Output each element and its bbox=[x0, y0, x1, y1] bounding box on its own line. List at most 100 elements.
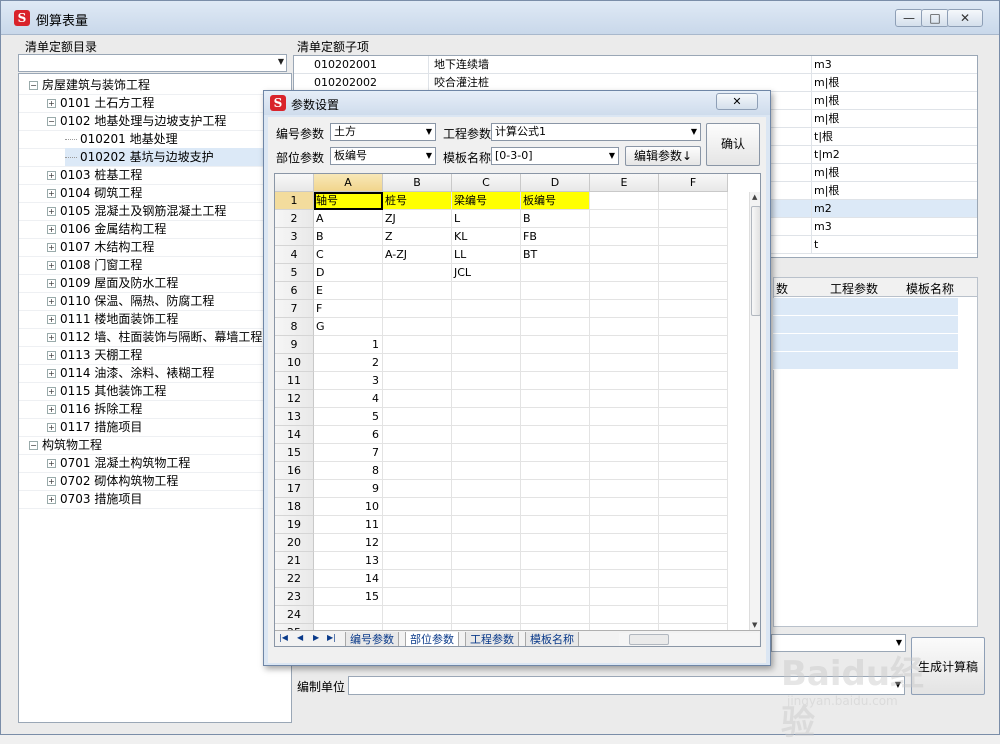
sheet-cell[interactable]: 12 bbox=[314, 534, 383, 552]
sheet-cell[interactable] bbox=[452, 480, 521, 498]
sheet-cell[interactable] bbox=[521, 282, 590, 300]
sheet-cell[interactable] bbox=[659, 336, 728, 354]
sheet-cell[interactable] bbox=[383, 606, 452, 624]
sheet-cell[interactable] bbox=[521, 426, 590, 444]
confirm-button[interactable]: 确认 bbox=[706, 123, 760, 166]
row-header[interactable]: 9 bbox=[275, 336, 314, 354]
sheet-cell[interactable]: 1 bbox=[314, 336, 383, 354]
expand-icon[interactable]: + bbox=[47, 387, 56, 396]
sheet-cell[interactable]: D bbox=[314, 264, 383, 282]
sheet-cell[interactable] bbox=[659, 246, 728, 264]
sheet-cell[interactable]: 11 bbox=[314, 516, 383, 534]
scroll-down-icon[interactable]: ▼ bbox=[752, 621, 757, 629]
sheet-cell[interactable] bbox=[383, 444, 452, 462]
sheet-cell[interactable]: 5 bbox=[314, 408, 383, 426]
sheet-tab[interactable]: 模板名称 bbox=[525, 632, 579, 646]
row-header[interactable]: 22 bbox=[275, 570, 314, 588]
sheet-cell[interactable]: 15 bbox=[314, 588, 383, 606]
sheet-cell[interactable] bbox=[383, 498, 452, 516]
sheet-cell[interactable]: KL bbox=[452, 228, 521, 246]
project-param-select[interactable]: 计算公式1 ▼ bbox=[491, 123, 701, 141]
sheet-cell[interactable] bbox=[383, 408, 452, 426]
column-header[interactable]: B bbox=[383, 174, 452, 192]
next-sheet-icon[interactable]: ▶ bbox=[313, 633, 319, 642]
sheet-cell[interactable]: 轴号 bbox=[314, 192, 383, 210]
sheet-cell[interactable] bbox=[452, 570, 521, 588]
sheet-cell[interactable]: FB bbox=[521, 228, 590, 246]
expand-icon[interactable]: + bbox=[47, 261, 56, 270]
sheet-cell[interactable]: 14 bbox=[314, 570, 383, 588]
sheet-cell[interactable] bbox=[590, 588, 659, 606]
sheet-cell[interactable] bbox=[521, 390, 590, 408]
sheet-tab[interactable]: 工程参数 bbox=[465, 632, 519, 646]
collapse-icon[interactable]: − bbox=[47, 117, 56, 126]
row-header[interactable]: 12 bbox=[275, 390, 314, 408]
sheet-cell[interactable] bbox=[383, 534, 452, 552]
sheet-cell[interactable] bbox=[590, 408, 659, 426]
expand-icon[interactable]: + bbox=[47, 297, 56, 306]
dialog-close-button[interactable]: ✕ bbox=[716, 93, 758, 110]
part-param-select[interactable]: 板编号 ▼ bbox=[330, 147, 436, 165]
sheet-cell[interactable] bbox=[452, 426, 521, 444]
sheet-cell[interactable] bbox=[659, 426, 728, 444]
catalog-tree[interactable]: − 房屋建筑与装饰工程 +0101 土石方工程 −0102 地基处理与边坡支护工程 01… bbox=[18, 73, 292, 723]
sheet-cell[interactable] bbox=[659, 318, 728, 336]
sheet-cell[interactable] bbox=[590, 462, 659, 480]
expand-icon[interactable]: + bbox=[47, 351, 56, 360]
row-header[interactable]: 2 bbox=[275, 210, 314, 228]
sheet-cell[interactable] bbox=[521, 264, 590, 282]
sheet-cell[interactable]: BT bbox=[521, 246, 590, 264]
tree-node[interactable]: +0111 楼地面装饰工程 bbox=[47, 310, 178, 328]
sheet-cell[interactable] bbox=[521, 372, 590, 390]
sheet-cell[interactable] bbox=[590, 246, 659, 264]
sheet-cell[interactable]: 7 bbox=[314, 444, 383, 462]
sheet-cell[interactable] bbox=[521, 552, 590, 570]
param-grid-row[interactable] bbox=[773, 298, 958, 316]
expand-icon[interactable]: + bbox=[47, 333, 56, 342]
sheet-cell[interactable] bbox=[521, 444, 590, 462]
sheet-cell[interactable]: 桩号 bbox=[383, 192, 452, 210]
expand-icon[interactable]: + bbox=[47, 423, 56, 432]
sheet-cell[interactable] bbox=[659, 570, 728, 588]
row-header[interactable]: 19 bbox=[275, 516, 314, 534]
sheet-cell[interactable] bbox=[383, 462, 452, 480]
sheet-cell[interactable] bbox=[521, 318, 590, 336]
sheet-cell[interactable] bbox=[590, 318, 659, 336]
expand-icon[interactable]: + bbox=[47, 405, 56, 414]
sheet-cell[interactable] bbox=[452, 534, 521, 552]
sheet-cell[interactable] bbox=[590, 516, 659, 534]
sheet-cell[interactable] bbox=[590, 390, 659, 408]
tree-node[interactable]: +0112 墙、柱面装饰与隔断、幕墙工程 bbox=[47, 328, 262, 346]
expand-icon[interactable]: + bbox=[47, 171, 56, 180]
sheet-cell[interactable] bbox=[452, 336, 521, 354]
scroll-thumb[interactable] bbox=[751, 206, 760, 316]
row-header[interactable]: 3 bbox=[275, 228, 314, 246]
sheet-cell[interactable] bbox=[521, 570, 590, 588]
tree-node[interactable]: +0701 混凝土构筑物工程 bbox=[47, 454, 190, 472]
row-header[interactable]: 11 bbox=[275, 372, 314, 390]
sheet-cell[interactable] bbox=[659, 264, 728, 282]
sheet-cell[interactable] bbox=[659, 462, 728, 480]
expand-icon[interactable]: + bbox=[47, 225, 56, 234]
sheet-cell[interactable] bbox=[521, 300, 590, 318]
tree-node[interactable]: −0102 地基处理与边坡支护工程 bbox=[47, 112, 226, 130]
sheet-cell[interactable]: A-ZJ bbox=[383, 246, 452, 264]
sheet-cell[interactable] bbox=[590, 570, 659, 588]
sheet-cell[interactable]: 2 bbox=[314, 354, 383, 372]
sheet-tab[interactable]: 部位参数 bbox=[405, 632, 459, 646]
sheet-cell[interactable]: 6 bbox=[314, 426, 383, 444]
row-header[interactable]: 1 bbox=[275, 192, 314, 210]
sheet-cell[interactable] bbox=[452, 354, 521, 372]
row-header[interactable]: 7 bbox=[275, 300, 314, 318]
row-header[interactable]: 23 bbox=[275, 588, 314, 606]
row-header[interactable]: 18 bbox=[275, 498, 314, 516]
expand-icon[interactable]: + bbox=[47, 279, 56, 288]
sheet-cell[interactable] bbox=[383, 264, 452, 282]
sheet-cell[interactable]: E bbox=[314, 282, 383, 300]
sheet-cell[interactable] bbox=[383, 282, 452, 300]
sheet-cell[interactable] bbox=[383, 336, 452, 354]
expand-icon[interactable]: + bbox=[47, 189, 56, 198]
row-header[interactable]: 8 bbox=[275, 318, 314, 336]
tree-node[interactable]: +0115 其他装饰工程 bbox=[47, 382, 166, 400]
row-header[interactable]: 5 bbox=[275, 264, 314, 282]
